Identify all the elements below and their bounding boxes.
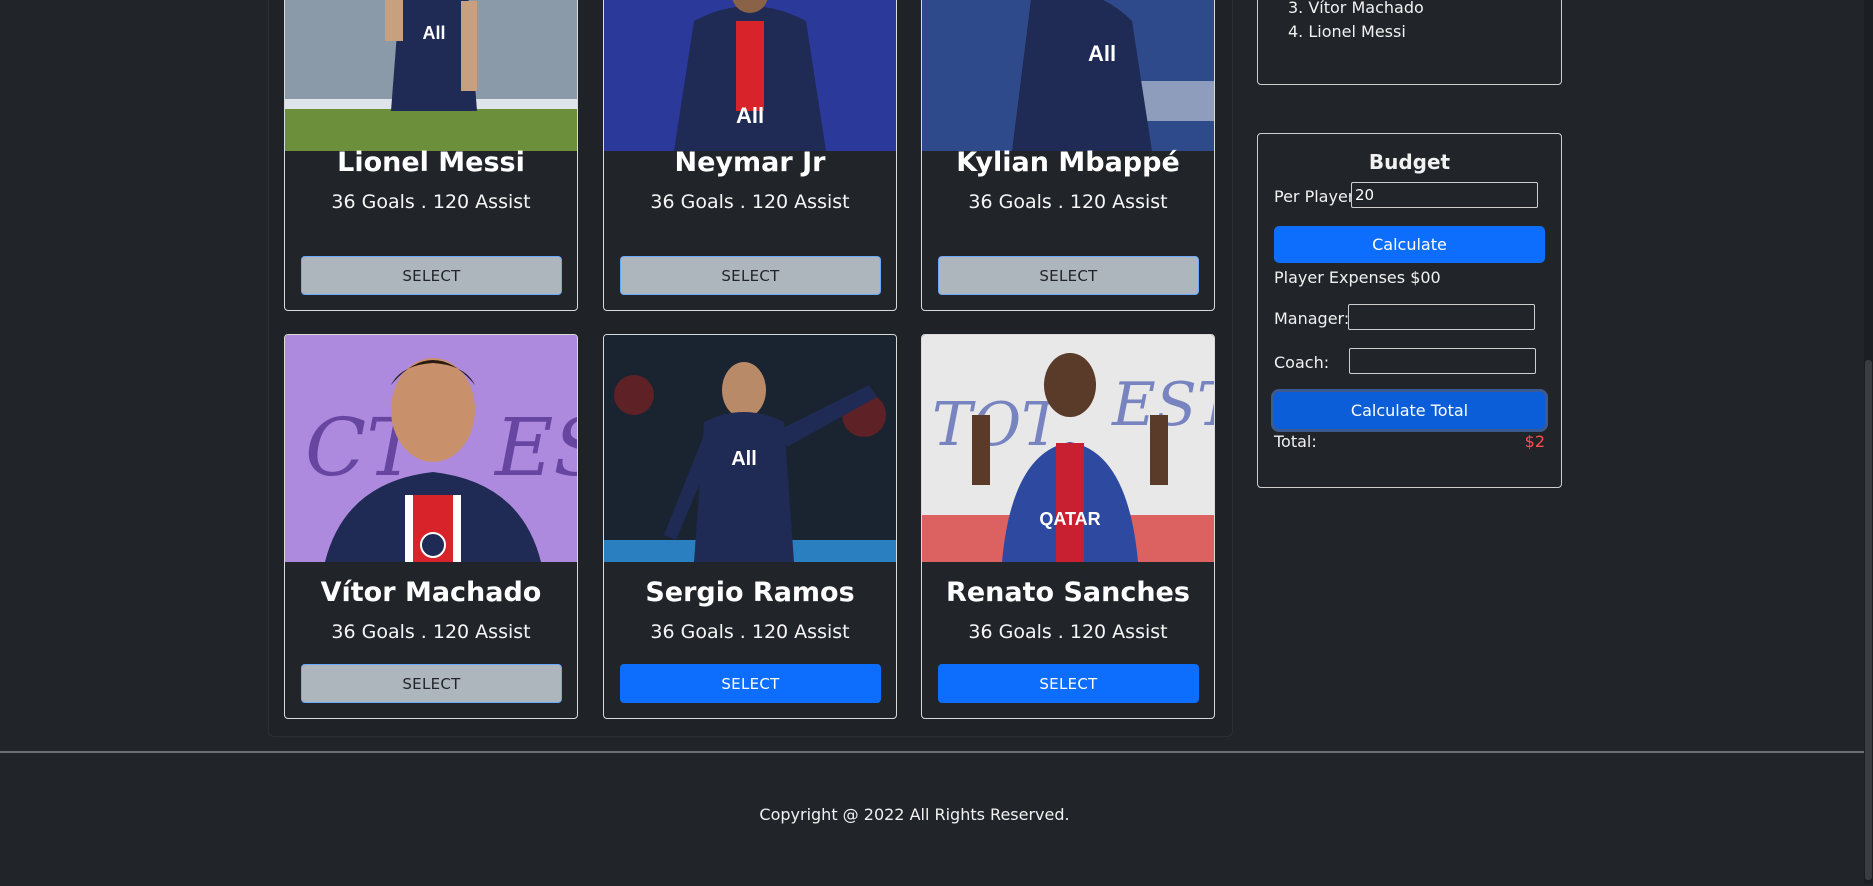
calculate-total-button[interactable]: Calculate Total — [1274, 392, 1545, 429]
player-card: TOT EST QATAR Renato Sanches 36 Goals . … — [921, 334, 1215, 719]
player-card: All Sergio Ramos 36 Goals . 120 Assist S… — [603, 334, 897, 719]
player-stats: 36 Goals . 120 Assist — [650, 621, 850, 643]
manager-label: Manager: — [1274, 309, 1350, 328]
player-photo: All — [604, 0, 896, 151]
manager-input[interactable] — [1348, 304, 1535, 330]
player-photo: TOT EST QATAR — [922, 335, 1214, 562]
coach-label: Coach: — [1274, 353, 1330, 372]
svg-text:TOT: TOT — [932, 390, 1065, 460]
footer: Copyright @ 2022 All Rights Reserved. — [0, 751, 1864, 886]
player-card: All Kylian Mbappé 36 Goals . 120 Assist … — [921, 0, 1215, 311]
player-name: Sergio Ramos — [645, 577, 855, 608]
list-item: 4. Lionel Messi — [1288, 22, 1406, 41]
player-stats: 36 Goals . 120 Assist — [331, 621, 531, 643]
select-button[interactable]: SELECT — [938, 256, 1199, 295]
total-label: Total: — [1274, 432, 1317, 451]
select-button[interactable]: SELECT — [301, 256, 562, 295]
player-card: All Lionel Messi 36 Goals . 120 Assist S… — [284, 0, 578, 311]
copyright-text: Copyright @ 2022 All Rights Reserved. — [759, 805, 1070, 824]
player-name: Vítor Machado — [320, 577, 542, 608]
player-card: CT ES Vítor Machado 36 Goals . 120 Assis… — [284, 334, 578, 719]
svg-text:All: All — [1088, 41, 1116, 66]
select-button[interactable]: SELECT — [620, 664, 881, 703]
budget-title: Budget — [1368, 150, 1451, 174]
calculate-button[interactable]: Calculate — [1274, 226, 1545, 263]
select-button[interactable]: SELECT — [620, 256, 881, 295]
player-stats: 36 Goals . 120 Assist — [331, 191, 531, 213]
svg-text:QATAR: QATAR — [1039, 509, 1100, 529]
player-photo: All — [285, 0, 577, 151]
player-name: Kylian Mbappé — [956, 147, 1180, 178]
select-button[interactable]: SELECT — [938, 664, 1199, 703]
player-card: All Neymar Jr 36 Goals . 120 Assist SELE… — [603, 0, 897, 311]
svg-text:All: All — [736, 103, 764, 128]
player-expenses: Player Expenses $00 — [1274, 268, 1441, 287]
player-photo: CT ES — [285, 335, 577, 562]
budget-panel: Budget Per Player: Calculate Player Expe… — [1257, 133, 1562, 488]
player-stats: 36 Goals . 120 Assist — [968, 621, 1168, 643]
per-player-label: Per Player: — [1274, 187, 1360, 206]
selected-players-panel: 3. Vítor Machado 4. Lionel Messi — [1257, 0, 1562, 85]
list-item: 3. Vítor Machado — [1288, 0, 1424, 17]
per-player-input[interactable] — [1351, 182, 1538, 208]
player-photo: All — [604, 335, 896, 562]
select-button[interactable]: SELECT — [301, 664, 562, 703]
total-value: $2 — [1524, 432, 1545, 451]
svg-text:ES: ES — [493, 401, 577, 494]
player-name: Neymar Jr — [674, 147, 826, 178]
svg-text:All: All — [422, 23, 445, 43]
scrollbar-thumb[interactable] — [1865, 360, 1872, 880]
player-name: Lionel Messi — [337, 147, 525, 178]
coach-input[interactable] — [1349, 348, 1536, 374]
player-stats: 36 Goals . 120 Assist — [968, 191, 1168, 213]
player-stats: 36 Goals . 120 Assist — [650, 191, 850, 213]
player-photo: All — [922, 0, 1214, 151]
svg-text:All: All — [731, 448, 757, 470]
selected-players-list: 3. Vítor Machado 4. Lionel Messi — [1288, 0, 1424, 44]
player-name: Renato Sanches — [946, 577, 1190, 608]
